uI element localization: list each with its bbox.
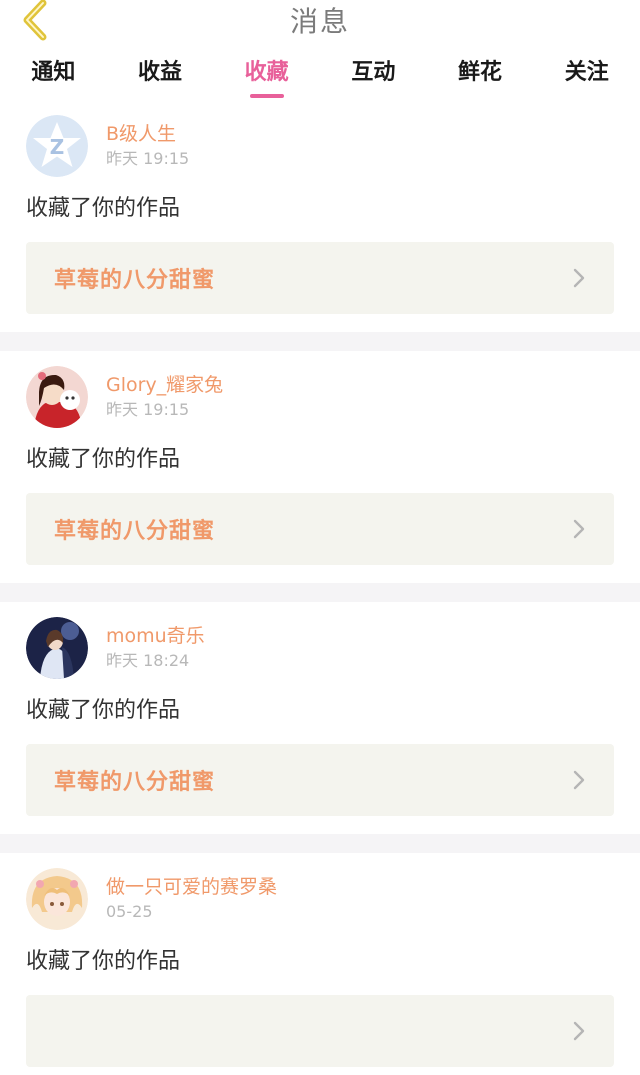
divider: [0, 583, 640, 602]
page-title: 消息: [289, 5, 350, 38]
avatar[interactable]: Z: [26, 115, 88, 177]
message-time: 昨天 19:15: [106, 400, 190, 419]
work-link[interactable]: 草莓的八分甜蜜: [26, 242, 614, 314]
user-name[interactable]: 做一只可爱的赛罗桑: [106, 874, 277, 900]
chevron-right-icon: [572, 266, 588, 290]
divider: [0, 332, 640, 351]
user-row[interactable]: momu奇乐 昨天 18:24: [26, 616, 614, 680]
tab-earnings[interactable]: 收益: [107, 44, 214, 86]
message-card: 做一只可爱的赛罗桑 05-25 收藏了你的作品: [0, 853, 640, 1075]
user-name[interactable]: B级人生: [106, 121, 189, 147]
message-time: 05-25: [106, 902, 153, 921]
work-link[interactable]: 草莓的八分甜蜜: [26, 493, 614, 565]
chevron-right-icon: [572, 1019, 588, 1043]
avatar[interactable]: [26, 868, 88, 930]
svg-text:Z: Z: [50, 135, 65, 159]
avatar[interactable]: [26, 617, 88, 679]
tab-interaction[interactable]: 互动: [320, 44, 427, 86]
tab-notice[interactable]: 通知: [0, 44, 107, 86]
tab-bar: 通知 收益 收藏 互动 鲜花 关注: [0, 44, 640, 100]
tab-flowers[interactable]: 鲜花: [427, 44, 534, 86]
action-text: 收藏了你的作品: [26, 698, 181, 723]
action-text: 收藏了你的作品: [26, 447, 181, 472]
action-text: 收藏了你的作品: [26, 949, 181, 974]
work-title: 草莓的八分甜蜜: [54, 268, 216, 293]
action-text: 收藏了你的作品: [26, 196, 181, 221]
tab-follow[interactable]: 关注: [533, 44, 640, 86]
divider: [0, 834, 640, 853]
message-card: Z B级人生 昨天 19:15 收藏了你的作品 草莓的八分甜蜜: [0, 100, 640, 332]
work-link[interactable]: 草莓的八分甜蜜: [26, 744, 614, 816]
message-time: 昨天 18:24: [106, 651, 190, 670]
avatar[interactable]: [26, 366, 88, 428]
message-card: momu奇乐 昨天 18:24 收藏了你的作品 草莓的八分甜蜜: [0, 602, 640, 834]
work-link[interactable]: [26, 995, 614, 1067]
user-row[interactable]: Glory_耀家兔 昨天 19:15: [26, 365, 614, 429]
tab-favorites[interactable]: 收藏: [213, 44, 320, 86]
user-row[interactable]: Z B级人生 昨天 19:15: [26, 114, 614, 178]
chevron-right-icon: [572, 517, 588, 541]
chevron-right-icon: [572, 768, 588, 792]
user-name[interactable]: Glory_耀家兔: [106, 372, 223, 398]
message-card: Glory_耀家兔 昨天 19:15 收藏了你的作品 草莓的八分甜蜜: [0, 351, 640, 583]
user-row[interactable]: 做一只可爱的赛罗桑 05-25: [26, 867, 614, 931]
message-time: 昨天 19:15: [106, 149, 190, 168]
work-title: 草莓的八分甜蜜: [54, 770, 216, 795]
work-title: 草莓的八分甜蜜: [54, 519, 216, 544]
user-name[interactable]: momu奇乐: [106, 623, 205, 649]
message-list: Z B级人生 昨天 19:15 收藏了你的作品 草莓的八分甜蜜 Glory_耀家…: [0, 100, 640, 1075]
